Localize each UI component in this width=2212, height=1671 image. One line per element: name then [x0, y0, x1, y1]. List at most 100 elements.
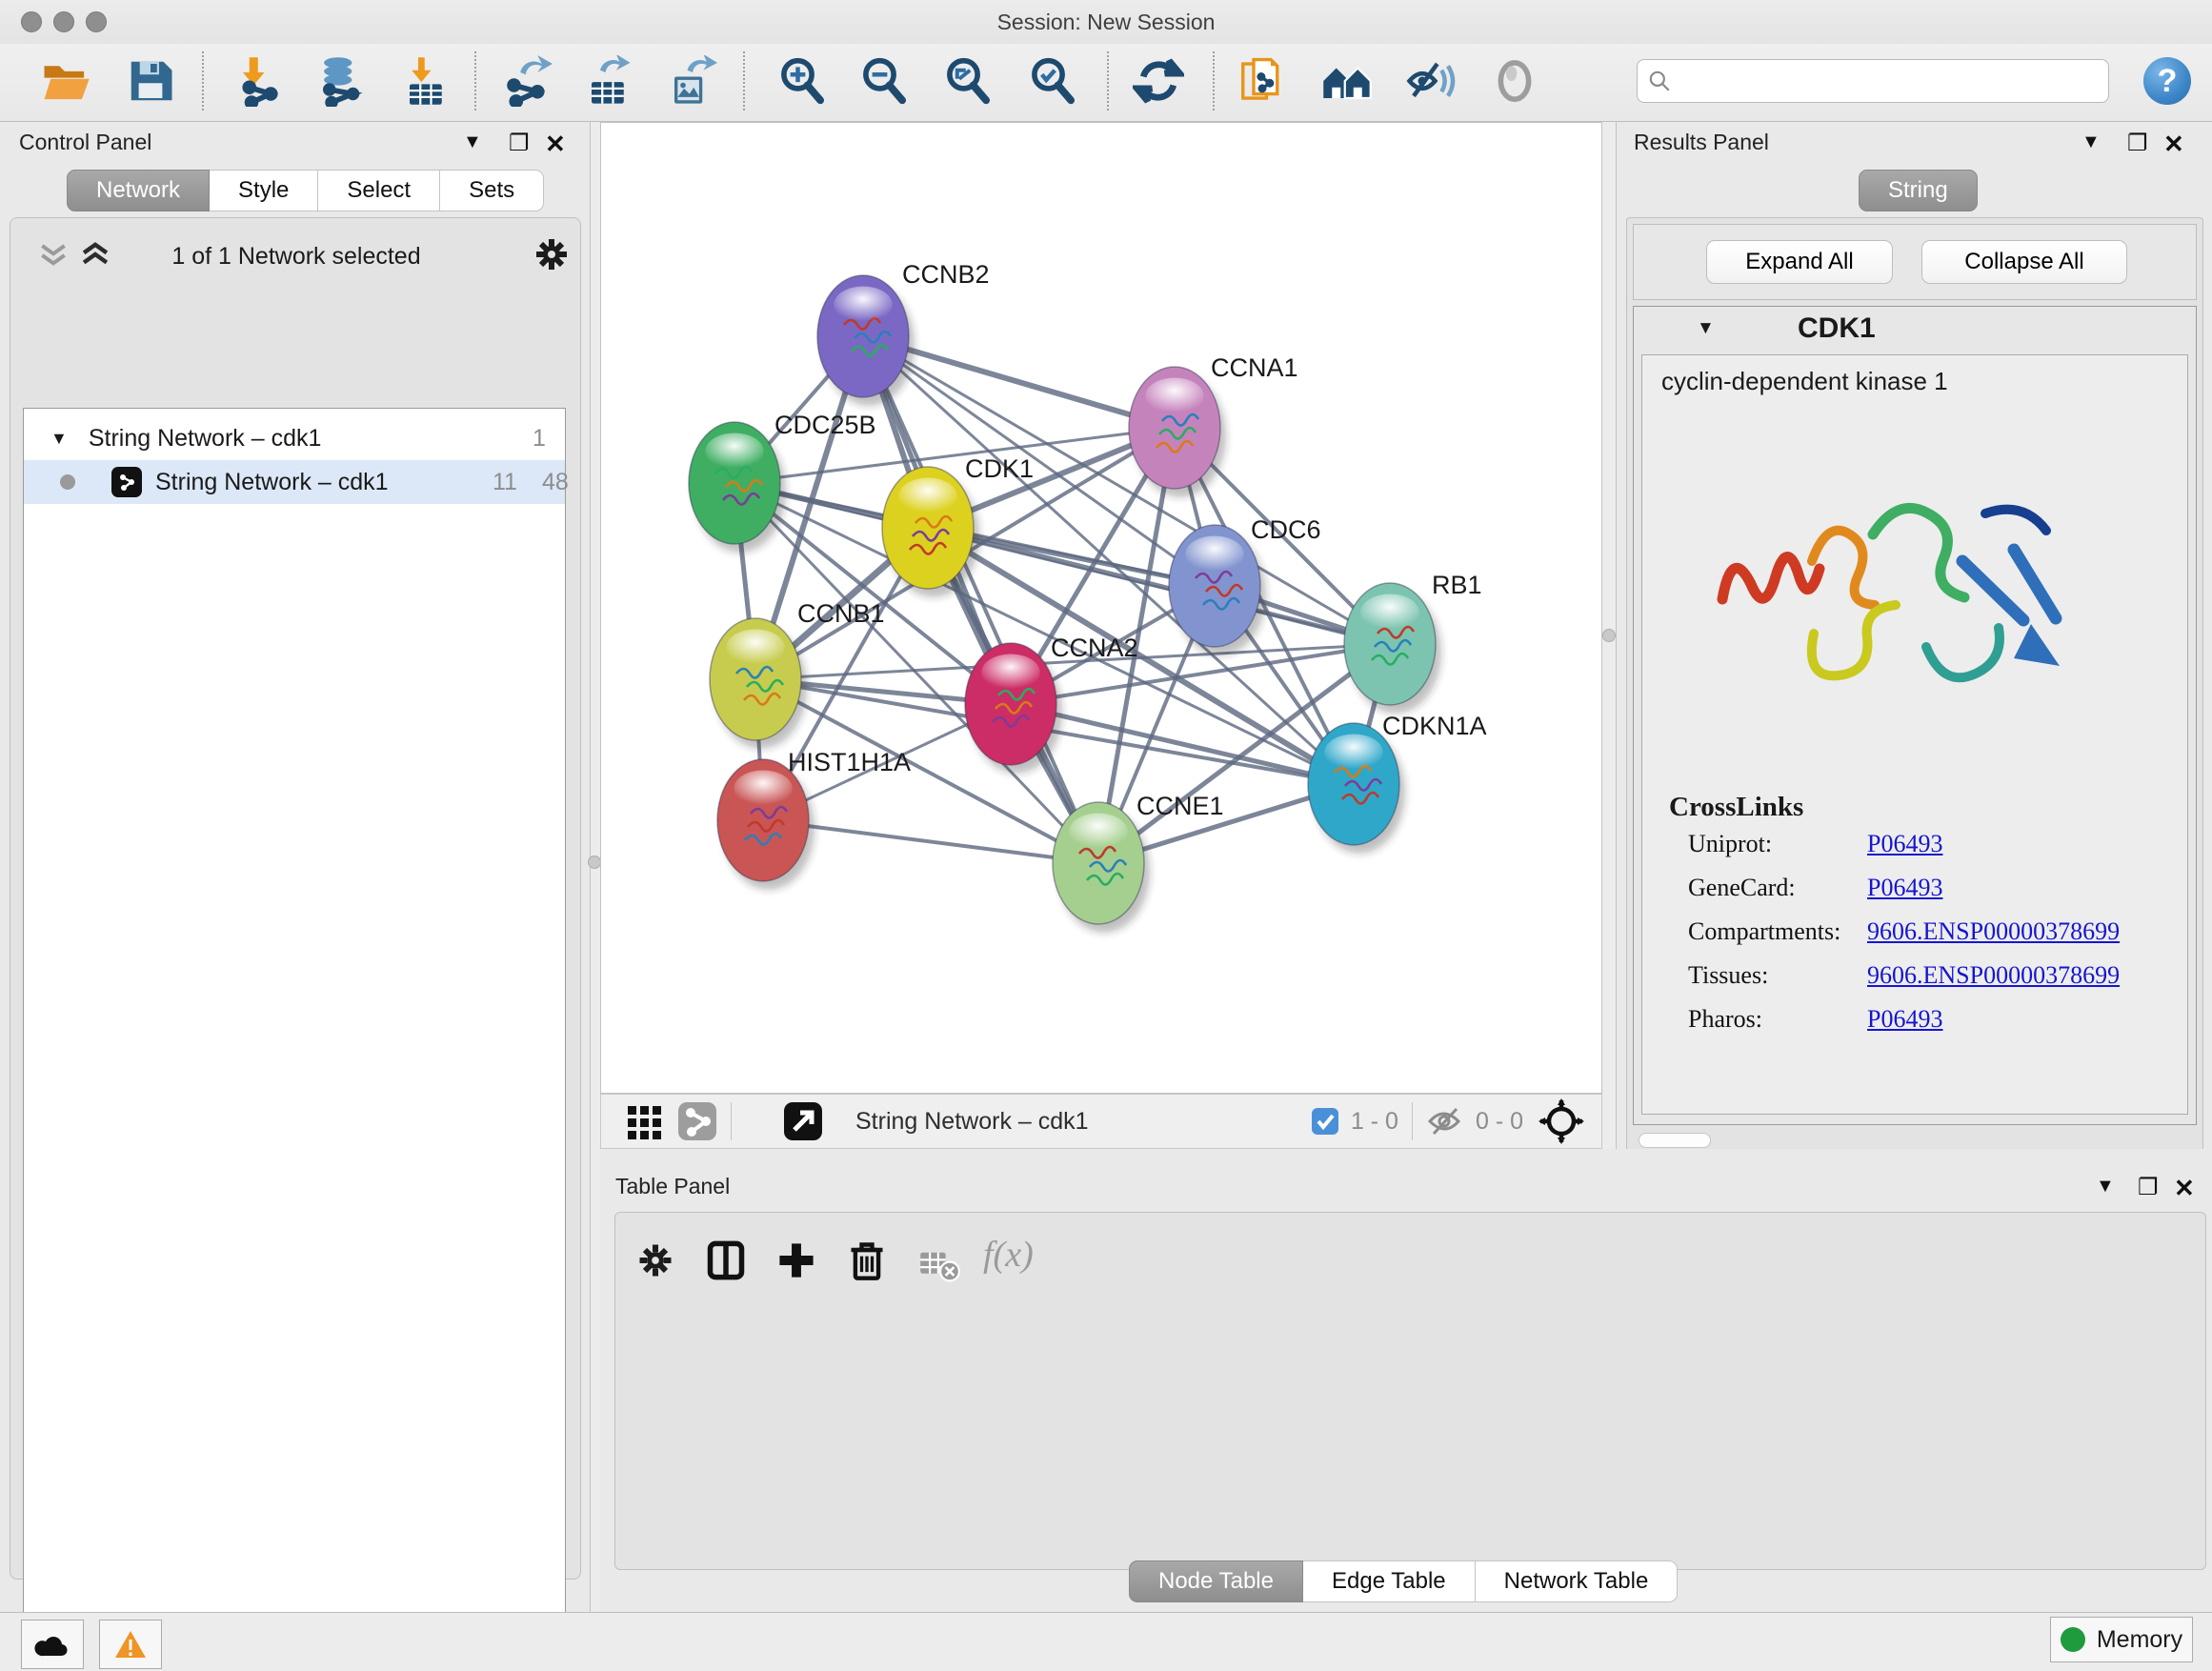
results-panel-float-icon[interactable]: ❐: [2127, 130, 2148, 157]
right-splitter-handle[interactable]: [1602, 629, 1616, 642]
node-RB1[interactable]: [1344, 583, 1441, 714]
collapse-all-button[interactable]: Collapse All: [1921, 240, 2127, 284]
results-panel-close-icon[interactable]: ✕: [2163, 130, 2184, 159]
search-input[interactable]: [1672, 69, 2091, 93]
tab-edge-table[interactable]: Edge Table: [1303, 1560, 1476, 1602]
clear-table-icon[interactable]: [918, 1245, 960, 1287]
crosslink-value-link[interactable]: 9606.ENSP00000378699: [1867, 917, 2120, 946]
table-gear-icon[interactable]: [634, 1239, 676, 1281]
toolbar-divider: [1213, 51, 1215, 111]
network-tree: ▼ String Network – cdk1 1 String Network…: [23, 408, 566, 1671]
network-options-gear-icon[interactable]: [533, 235, 571, 273]
control-panel-float-icon[interactable]: ❐: [509, 130, 530, 157]
results-panel-collapse-icon[interactable]: ▼: [2081, 131, 2101, 153]
table-panel: Table Panel ▼ ❐ ✕ f(x) shared namenameca…: [600, 1149, 2212, 1612]
show-hide-eye-icon[interactable]: [1489, 55, 1540, 107]
tab-network-table[interactable]: Network Table: [1476, 1560, 1679, 1602]
node-CCNB1[interactable]: [710, 618, 807, 749]
warnings-button[interactable]: [99, 1620, 162, 1669]
crosslink-row: GeneCard:P06493: [1688, 874, 2174, 917]
table-panel-float-icon[interactable]: ❐: [2138, 1174, 2159, 1201]
cdk1-detail-box: cyclin-dependent kinase 1: [1641, 354, 2188, 1115]
birds-eye-icon[interactable]: [1538, 1098, 1584, 1144]
crosslink-value-link[interactable]: P06493: [1867, 1005, 1942, 1034]
node-HIST1H1A[interactable]: [717, 759, 814, 890]
import-network-icon[interactable]: [234, 55, 286, 107]
tree-expand-icon[interactable]: ▼: [50, 429, 68, 449]
control-panel-collapse-icon[interactable]: ▼: [463, 131, 482, 153]
hide-annotations-icon[interactable]: [1405, 55, 1457, 107]
cloud-button[interactable]: [21, 1620, 84, 1669]
clone-network-icon[interactable]: [1237, 55, 1288, 107]
cloud-icon: [34, 1631, 70, 1658]
results-scrollbar-thumb[interactable]: [1639, 1133, 1711, 1148]
tab-sets[interactable]: Sets: [440, 170, 544, 211]
memory-button[interactable]: Memory: [2050, 1617, 2193, 1662]
window-title: Session: New Session: [0, 10, 2212, 35]
selected-checkbox-icon[interactable]: [1311, 1107, 1339, 1136]
add-column-icon[interactable]: [775, 1239, 817, 1281]
crosslinks-title: CrossLinks: [1669, 792, 1803, 823]
table-panel-close-icon[interactable]: ✕: [2174, 1174, 2195, 1203]
crosslink-value-link[interactable]: P06493: [1867, 830, 1942, 858]
hidden-eye-icon[interactable]: [1426, 1105, 1464, 1137]
control-panel-close-icon[interactable]: ✕: [545, 130, 566, 159]
table-panel-collapse-icon[interactable]: ▼: [2096, 1176, 2115, 1198]
node-CCNB2[interactable]: [817, 275, 915, 406]
node-CDK1[interactable]: [882, 467, 979, 597]
network-collection-row[interactable]: ▼ String Network – cdk1 1: [24, 416, 565, 460]
function-builder-icon[interactable]: f(x): [983, 1234, 1034, 1276]
node-label-CCNA2: CCNA2: [1051, 634, 1138, 662]
delete-column-icon[interactable]: [846, 1239, 888, 1281]
select-columns-icon[interactable]: [705, 1239, 747, 1281]
export-image-icon[interactable]: [666, 55, 717, 107]
node-CDC6[interactable]: [1169, 525, 1266, 655]
refresh-layout-icon[interactable]: [1133, 55, 1184, 107]
node-label-CDC25B: CDC25B: [774, 411, 876, 439]
tab-node-table[interactable]: Node Table: [1129, 1560, 1303, 1602]
table-panel-title: Table Panel: [615, 1174, 730, 1199]
zoom-fit-icon[interactable]: [942, 55, 994, 107]
title-bar: Session: New Session: [0, 0, 2212, 44]
node-CCNE1[interactable]: [1053, 802, 1150, 933]
network-row[interactable]: String Network – cdk1 11 48: [24, 460, 565, 504]
export-network-icon[interactable]: [501, 55, 553, 107]
zoom-out-icon[interactable]: [858, 55, 910, 107]
save-session-icon[interactable]: [125, 55, 176, 107]
home-layouts-icon[interactable]: [1321, 55, 1373, 107]
cdk1-section: ▼ CDK1 cyclin-dependent kinase 1: [1633, 306, 2197, 1125]
import-table-icon[interactable]: [401, 55, 452, 107]
node-label-RB1: RB1: [1432, 571, 1482, 599]
detach-view-icon[interactable]: [783, 1101, 823, 1141]
crosslink-label: Pharos:: [1688, 1005, 1762, 1033]
crosslink-row: Pharos: P06493: [1688, 1005, 2174, 1049]
edge-CCNA2-CDKN1A[interactable]: [1011, 704, 1354, 784]
help-button[interactable]: ?: [2143, 57, 2191, 105]
tab-select[interactable]: Select: [318, 170, 440, 211]
left-splitter-handle[interactable]: [588, 856, 601, 869]
export-table-icon[interactable]: [583, 55, 634, 107]
string-view-icon[interactable]: [677, 1101, 717, 1141]
open-session-icon[interactable]: [40, 55, 91, 107]
tab-network[interactable]: Network: [67, 170, 210, 211]
tab-style[interactable]: Style: [210, 170, 318, 211]
tab-string[interactable]: String: [1859, 170, 1978, 211]
control-panel-title: Control Panel: [19, 130, 151, 155]
zoom-selected-icon[interactable]: [1027, 55, 1078, 107]
import-database-icon[interactable]: [314, 55, 366, 107]
crosslink-value-link[interactable]: 9606.ENSP00000378699: [1867, 961, 2120, 990]
node-label-CCNA1: CCNA1: [1211, 353, 1298, 382]
crosslink-row: Uniprot:P06493: [1688, 830, 2174, 874]
node-CDKN1A[interactable]: [1308, 723, 1405, 854]
network-canvas[interactable]: CCNB2CCNA1CDC25BCDK1CDC6RB1CCNB1CCNA2CDK…: [600, 122, 1602, 1094]
zoom-in-icon[interactable]: [776, 55, 828, 107]
search-field[interactable]: [1637, 59, 2109, 103]
grid-view-icon[interactable]: [626, 1102, 664, 1140]
crosslink-value-link[interactable]: P06493: [1867, 874, 1942, 902]
cdk1-collapse-icon[interactable]: ▼: [1697, 318, 1715, 339]
expand-all-button[interactable]: Expand All: [1706, 240, 1893, 284]
edge-CCNB2-CCNE1[interactable]: [863, 336, 1098, 863]
string-network-icon: [111, 467, 142, 497]
memory-label: Memory: [2097, 1626, 2182, 1654]
toolbar-divider: [731, 1102, 732, 1140]
